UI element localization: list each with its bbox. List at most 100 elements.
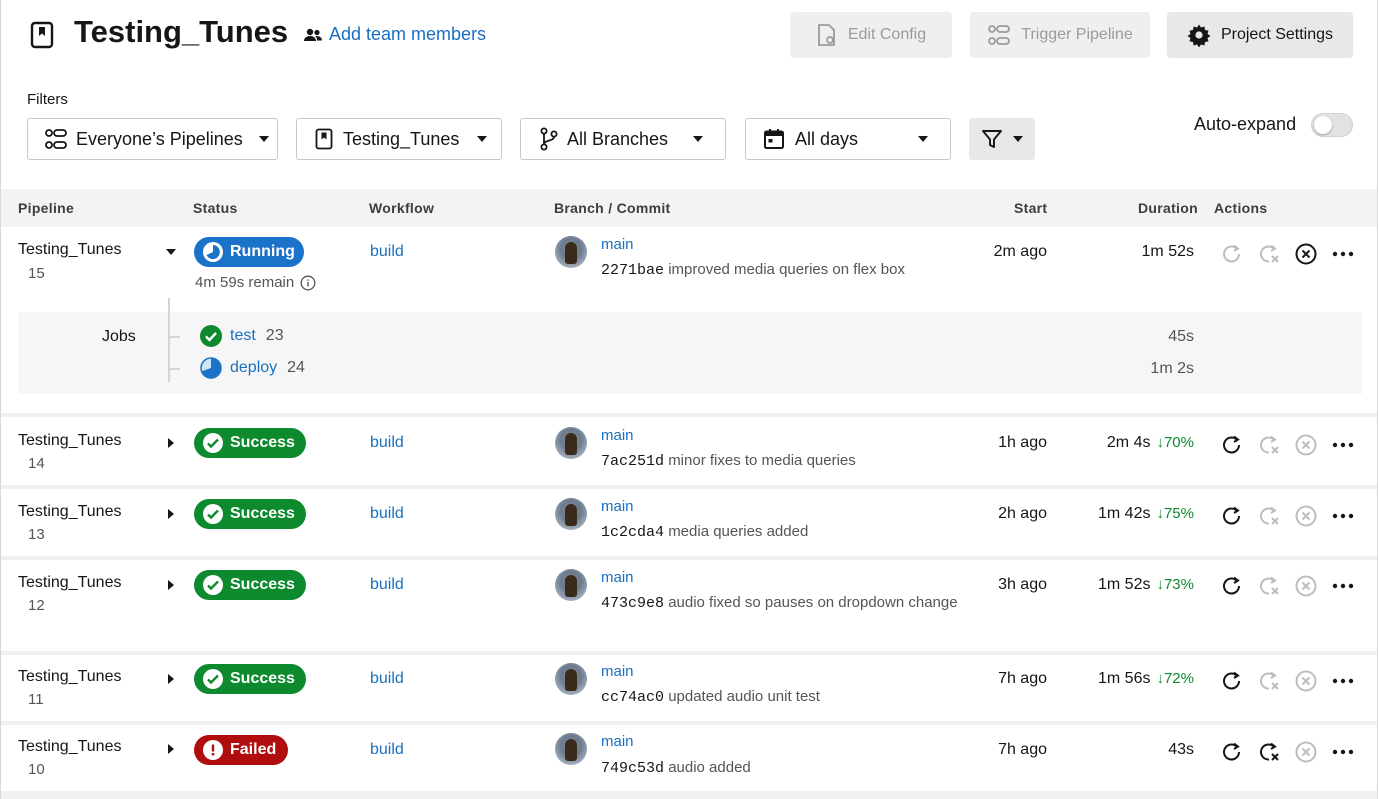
- branch-link[interactable]: main: [601, 569, 634, 586]
- trigger-pipeline-button[interactable]: Trigger Pipeline: [970, 12, 1150, 58]
- cancel-circle-icon: [1295, 243, 1317, 265]
- rerun-failed-icon: [1260, 742, 1279, 761]
- commit-info[interactable]: cc74ac0 updated audio unit test: [601, 685, 961, 710]
- branch-link[interactable]: main: [601, 498, 634, 515]
- row-actions: [1220, 574, 1355, 598]
- workflow-link[interactable]: build: [370, 576, 404, 594]
- cancel-button[interactable]: [1294, 242, 1318, 266]
- start-time: 3h ago: [998, 576, 1047, 593]
- expand-toggle[interactable]: [168, 744, 178, 754]
- rerun-button[interactable]: [1220, 504, 1244, 528]
- status-badge[interactable]: Success: [194, 664, 306, 694]
- more-button[interactable]: [1331, 740, 1355, 764]
- commit-info[interactable]: 749c53d audio added: [601, 756, 961, 781]
- workflow-link[interactable]: build: [370, 434, 404, 452]
- workflow-link[interactable]: build: [370, 243, 404, 261]
- rerun-button[interactable]: [1220, 242, 1244, 266]
- pipeline-name[interactable]: Testing_Tunes: [18, 738, 121, 756]
- rerun-button[interactable]: [1220, 433, 1244, 457]
- avatar-figure: [565, 433, 577, 455]
- info-icon[interactable]: [300, 275, 316, 291]
- pipeline-name[interactable]: Testing_Tunes: [18, 241, 121, 259]
- cancel-button[interactable]: [1294, 574, 1318, 598]
- rerun-failed-button[interactable]: [1257, 669, 1281, 693]
- more-button[interactable]: [1331, 504, 1355, 528]
- more-button[interactable]: [1331, 242, 1355, 266]
- pipeline-name[interactable]: Testing_Tunes: [18, 503, 121, 521]
- branch-link[interactable]: main: [601, 236, 634, 253]
- rerun-failed-button[interactable]: [1257, 242, 1281, 266]
- status-badge[interactable]: Failed: [194, 735, 288, 765]
- expand-toggle[interactable]: [168, 509, 178, 519]
- expand-toggle[interactable]: [168, 580, 178, 590]
- more-button[interactable]: [1331, 433, 1355, 457]
- duration-value: 43s: [1168, 741, 1194, 758]
- branch-link[interactable]: main: [601, 427, 634, 444]
- workflow-link[interactable]: build: [370, 670, 404, 688]
- rerun-failed-button[interactable]: [1257, 574, 1281, 598]
- workflow-link[interactable]: build: [370, 505, 404, 523]
- rerun-button[interactable]: [1220, 574, 1244, 598]
- chevron-right-icon: [168, 509, 174, 519]
- start-time: 2h ago: [998, 505, 1047, 522]
- collapse-toggle[interactable]: [166, 249, 176, 259]
- cancel-button[interactable]: [1294, 504, 1318, 528]
- improvement-percent: 75%: [1163, 505, 1194, 522]
- duration-value: 1m 52s: [1098, 576, 1151, 593]
- rerun-button[interactable]: [1220, 740, 1244, 764]
- expand-toggle[interactable]: [168, 438, 178, 448]
- advanced-filter-button[interactable]: [969, 118, 1035, 160]
- job-name-link[interactable]: deploy: [230, 359, 277, 377]
- add-team-members-link[interactable]: Add team members: [303, 24, 486, 45]
- row-separator: [1, 791, 1377, 799]
- days-filter-dropdown[interactable]: All days: [745, 118, 951, 160]
- more-button[interactable]: [1331, 669, 1355, 693]
- duration: 1m 56s ↓72%: [1098, 670, 1194, 688]
- col-start: Start: [1014, 200, 1048, 216]
- duration-value: 1m 56s: [1098, 670, 1151, 687]
- funnel-icon: [982, 130, 1002, 148]
- pipelines-filter-dropdown[interactable]: Everyone’s Pipelines: [27, 118, 278, 160]
- check-circle-icon: [203, 669, 223, 689]
- cancel-button[interactable]: [1294, 669, 1318, 693]
- expand-toggle[interactable]: [168, 674, 178, 684]
- branch-link[interactable]: main: [601, 663, 634, 680]
- edit-config-button[interactable]: Edit Config: [790, 12, 952, 58]
- project-filter-dropdown[interactable]: Testing_Tunes: [296, 118, 502, 160]
- job-name-link[interactable]: test: [230, 327, 256, 345]
- branches-filter-dropdown[interactable]: All Branches: [520, 118, 726, 160]
- cancel-circle-icon: [1295, 505, 1317, 527]
- status-badge[interactable]: Success: [194, 499, 306, 529]
- pipeline-name[interactable]: Testing_Tunes: [18, 432, 121, 450]
- pipeline-number: 13: [28, 526, 45, 543]
- col-duration: Duration: [1138, 200, 1198, 216]
- branch-link[interactable]: main: [601, 733, 634, 750]
- rerun-failed-icon: [1260, 671, 1279, 690]
- auto-expand-toggle[interactable]: [1311, 113, 1353, 137]
- avatar: [555, 663, 587, 695]
- cancel-button[interactable]: [1294, 740, 1318, 764]
- commit-info[interactable]: 2271bae improved media queries on flex b…: [601, 258, 961, 283]
- success-check-icon: [200, 325, 222, 347]
- rerun-failed-button[interactable]: [1257, 740, 1281, 764]
- cancel-button[interactable]: [1294, 433, 1318, 457]
- more-button[interactable]: [1331, 574, 1355, 598]
- status-badge[interactable]: Success: [194, 428, 306, 458]
- status-badge[interactable]: Success: [194, 570, 306, 600]
- chevron-down-icon: [166, 249, 176, 255]
- chevron-down-icon: [1013, 136, 1023, 142]
- rerun-button[interactable]: [1220, 669, 1244, 693]
- edit-config-label: Edit Config: [847, 26, 927, 43]
- status-badge[interactable]: Running: [194, 237, 304, 267]
- pipeline-name[interactable]: Testing_Tunes: [18, 668, 121, 686]
- workflow-link[interactable]: build: [370, 741, 404, 759]
- project-settings-button[interactable]: Project Settings: [1167, 12, 1353, 58]
- rerun-failed-button[interactable]: [1257, 504, 1281, 528]
- commit-info[interactable]: 1c2cda4 media queries added: [601, 520, 961, 545]
- commit-info[interactable]: 7ac251d minor fixes to media queries: [601, 449, 961, 474]
- more-horizontal-icon: [1332, 251, 1354, 257]
- pipeline-name[interactable]: Testing_Tunes: [18, 574, 121, 592]
- rerun-failed-button[interactable]: [1257, 433, 1281, 457]
- duration-value: 1m 52s: [1141, 243, 1194, 260]
- commit-info[interactable]: 473c9e8 audio fixed so pauses on dropdow…: [601, 591, 961, 616]
